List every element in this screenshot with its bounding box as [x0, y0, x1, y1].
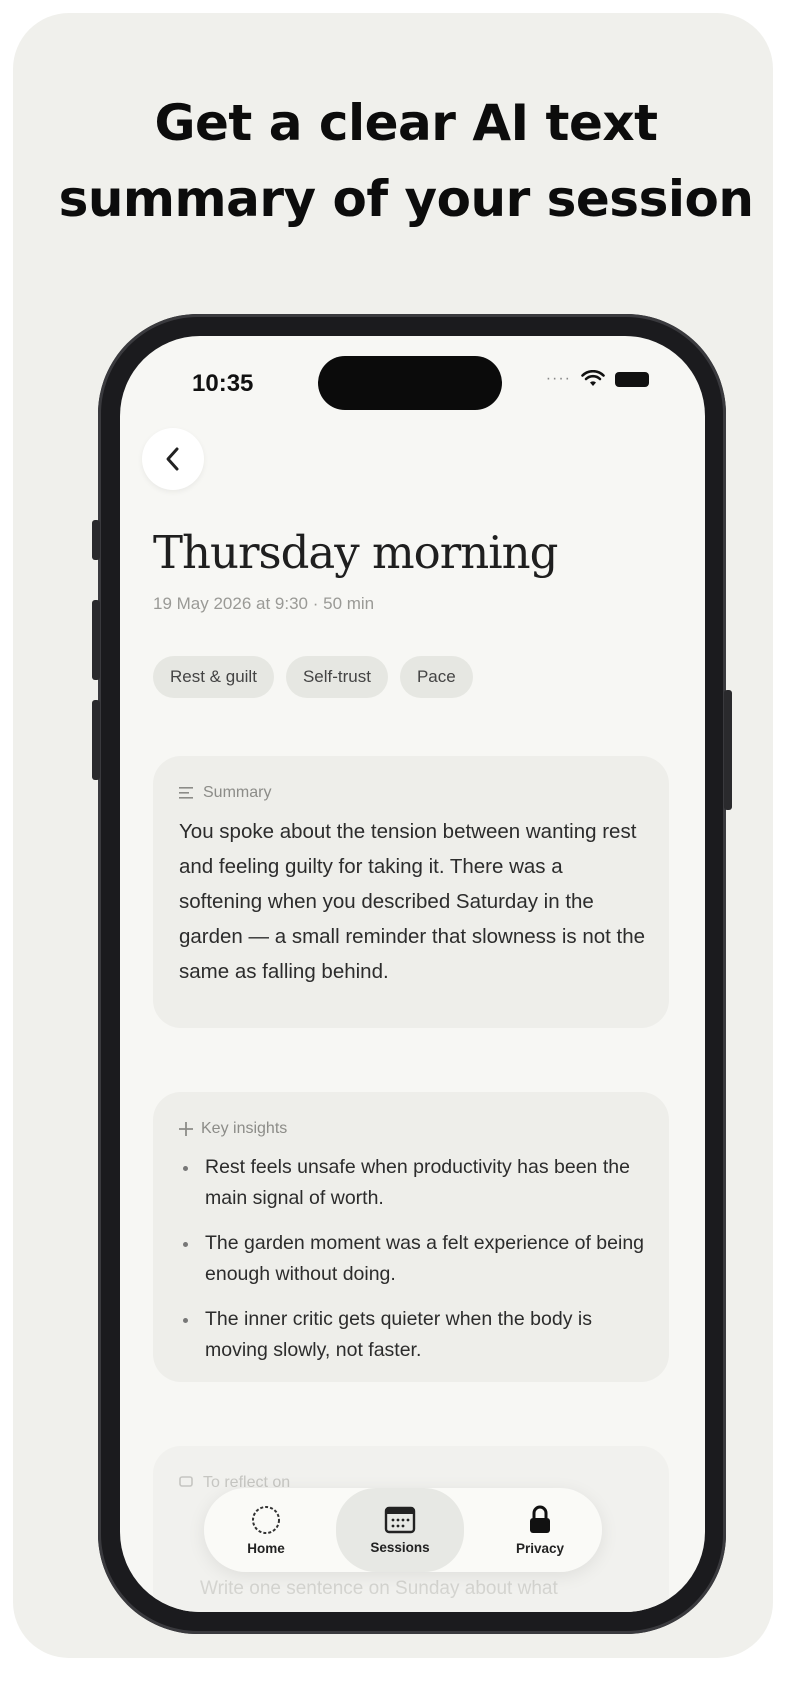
- chevron-left-icon: [166, 447, 179, 471]
- dynamic-island: [318, 356, 502, 410]
- insights-label: Key insights: [201, 1120, 288, 1137]
- insights-list: Rest feels unsafe when productivity has …: [179, 1152, 649, 1380]
- insight-item: The inner critic gets quieter when the b…: [179, 1304, 649, 1366]
- session-title: Thursday morning: [153, 526, 558, 579]
- tab-home-label: Home: [247, 1540, 285, 1556]
- sparkle-icon: [179, 1122, 193, 1136]
- summary-card: Summary You spoke about the tension betw…: [153, 756, 669, 1028]
- tab-sessions[interactable]: Sessions: [336, 1488, 464, 1572]
- phone-screen: 10:35 ···· Thursday morning 19 May 2026 …: [120, 336, 705, 1612]
- circle-icon: [252, 1505, 280, 1534]
- reflect-icon: [179, 1476, 193, 1487]
- tab-sessions-label: Sessions: [370, 1539, 430, 1555]
- tag-chip[interactable]: Self-trust: [285, 656, 388, 698]
- summary-text: You spoke about the tension between want…: [179, 820, 646, 983]
- tag-chip[interactable]: Pace: [399, 656, 473, 698]
- summary-header: Summary: [179, 784, 271, 802]
- tab-home[interactable]: Home: [206, 1488, 326, 1572]
- headline-line-1: Get a clear AI text: [154, 94, 658, 152]
- wifi-icon: [581, 370, 605, 386]
- tag-list: Rest & guilt Self-trust Pace: [153, 656, 473, 698]
- status-icons: ····: [546, 370, 649, 388]
- summary-lines-icon: [179, 787, 193, 799]
- insight-item: The garden moment was a felt experience …: [179, 1228, 649, 1290]
- tab-privacy[interactable]: Privacy: [480, 1488, 600, 1572]
- phone-volume-down: [92, 700, 100, 780]
- calendar-icon: [384, 1506, 416, 1533]
- insight-item: Rest feels unsafe when productivity has …: [179, 1152, 649, 1214]
- insights-header: Key insights: [179, 1120, 287, 1138]
- back-button[interactable]: [142, 428, 204, 490]
- lock-icon: [530, 1505, 550, 1533]
- phone-side-button: [92, 520, 100, 560]
- tab-bar: Home Sessions Privacy: [204, 1488, 602, 1572]
- status-time: 10:35: [192, 370, 254, 397]
- tab-privacy-label: Privacy: [515, 1540, 565, 1556]
- summary-label: Summary: [203, 784, 272, 801]
- insights-card: Key insights Rest feels unsafe when prod…: [153, 1092, 669, 1382]
- phone-power-button: [724, 690, 732, 810]
- reflect-partial-text: Write one sentence on Sunday about what: [200, 1578, 558, 1599]
- signal-icon: ····: [545, 370, 571, 387]
- headline-line-2: summary of your session: [58, 170, 754, 228]
- battery-icon: [615, 371, 649, 387]
- tag-chip[interactable]: Rest & guilt: [153, 656, 274, 698]
- phone-volume-up: [92, 600, 100, 680]
- session-meta: 19 May 2026 at 9:30 · 50 min: [153, 594, 375, 613]
- promo-headline: Get a clear AI text summary of your sess…: [13, 85, 773, 237]
